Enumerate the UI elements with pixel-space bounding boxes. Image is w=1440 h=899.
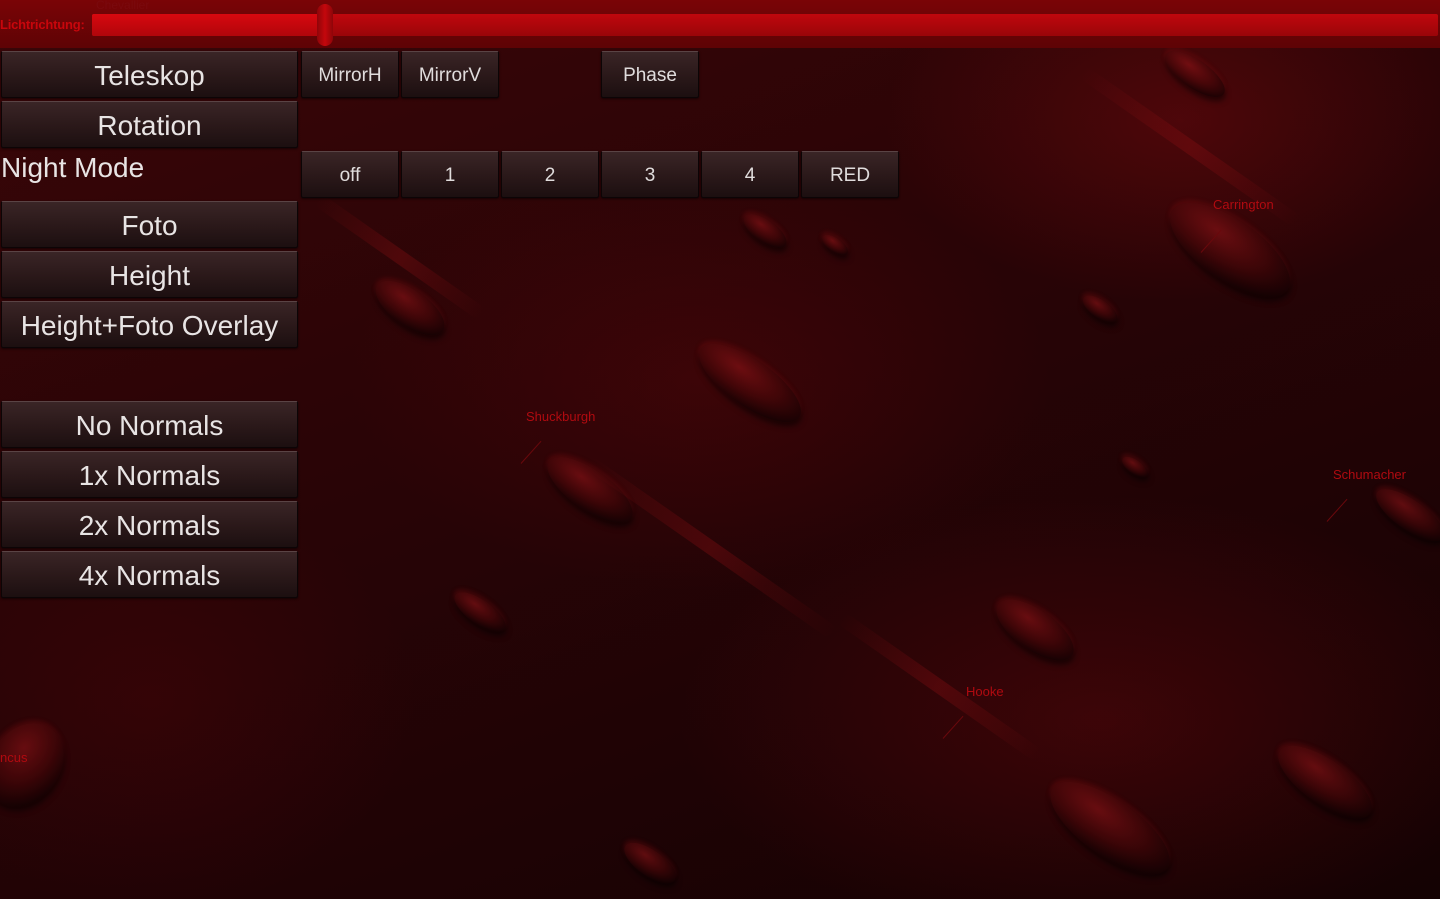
night-mode-label: Night Mode (1, 152, 145, 183)
height-button[interactable]: Height (1, 251, 298, 298)
mirror-v-button[interactable]: MirrorV (401, 51, 499, 98)
partial-crater-label: ncus (0, 750, 28, 765)
telescope-button[interactable]: Teleskop (1, 51, 298, 98)
light-direction-label: Lichtrichtung: (0, 17, 85, 32)
night-mode-1-button[interactable]: 1 (401, 151, 499, 198)
rotation-button[interactable]: Rotation (1, 101, 298, 148)
foto-button[interactable]: Foto (1, 201, 298, 248)
normals-4x-button[interactable]: 4x Normals (1, 551, 298, 598)
night-mode-2-button[interactable]: 2 (501, 151, 599, 198)
slider-thumb[interactable] (317, 4, 333, 46)
shuckburgh-leader (520, 440, 542, 464)
carrington-label: Carrington (1213, 197, 1274, 212)
moon-map-viewport[interactable]: Carrington Shuckburgh Schumacher Hooke n… (0, 0, 1440, 899)
shuckburgh-label: Shuckburgh (526, 409, 596, 424)
height-foto-overlay-button[interactable]: Height+Foto Overlay (1, 301, 298, 348)
night-mode-red-button[interactable]: RED (801, 151, 899, 198)
no-normals-button[interactable]: No Normals (1, 401, 298, 448)
light-direction-slider[interactable] (92, 4, 1438, 46)
hooke-leader (942, 715, 964, 739)
schumacher-label: Schumacher (1333, 467, 1406, 482)
normals-1x-button[interactable]: 1x Normals (1, 451, 298, 498)
phase-button[interactable]: Phase (601, 51, 699, 98)
night-mode-off-button[interactable]: off (301, 151, 399, 198)
schumacher-leader (1326, 498, 1348, 522)
slider-fill (92, 14, 325, 36)
night-mode-4-button[interactable]: 4 (701, 151, 799, 198)
light-direction-slider-row: Chevallier Lichtrichtung: (0, 0, 1440, 48)
normals-2x-button[interactable]: 2x Normals (1, 501, 298, 548)
chevallier-label: Chevallier (96, 0, 150, 12)
mirror-h-button[interactable]: MirrorH (301, 51, 399, 98)
night-mode-3-button[interactable]: 3 (601, 151, 699, 198)
hooke-label: Hooke (966, 684, 1004, 699)
